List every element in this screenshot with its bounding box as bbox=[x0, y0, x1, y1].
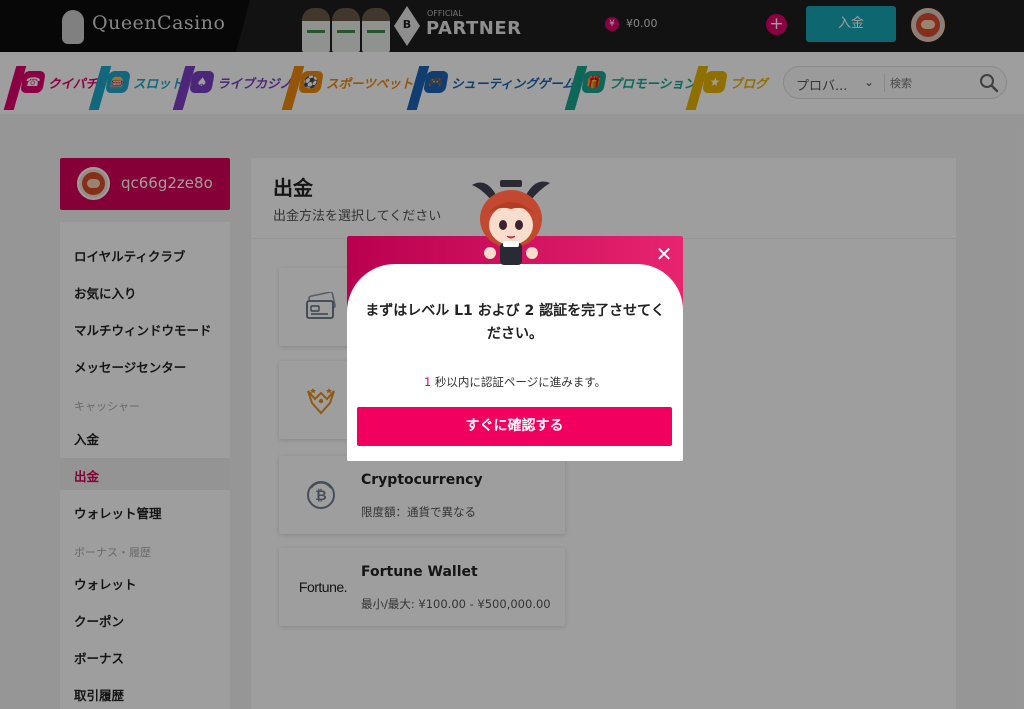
modal-message: まずはレベル L1 および 2 認証を完了させてください。 bbox=[365, 303, 665, 342]
close-icon[interactable]: ✕ bbox=[653, 243, 675, 265]
verify-now-button[interactable]: すぐに確認する bbox=[357, 407, 672, 446]
countdown-suffix: 秒以内に認証ページに進みます。 bbox=[431, 375, 607, 389]
bunny-girl-mascot-icon bbox=[472, 180, 550, 265]
verification-modal: ✕ まずはレベル L1 および 2 認証を完了させてください。 1 秒以内に認証… bbox=[347, 236, 683, 461]
countdown-text: 1 秒以内に認証ページに進みます。 bbox=[347, 374, 683, 390]
